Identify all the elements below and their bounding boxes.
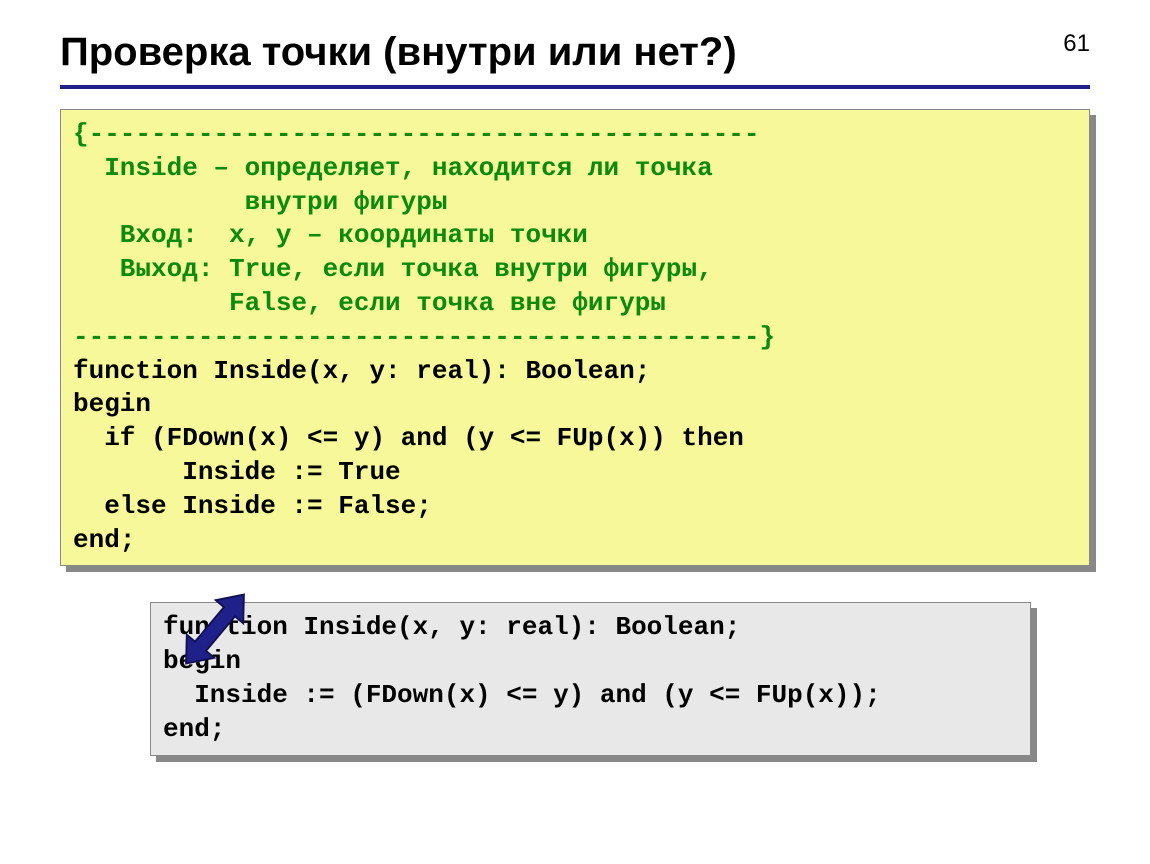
code-line: function Inside(x, y: real): Boolean; xyxy=(163,612,740,642)
code-line: Inside := (FDown(x) <= y) and (y <= FUp(… xyxy=(163,680,881,710)
slide: 61 Проверка точки (внутри или нет?) {---… xyxy=(0,0,1150,864)
comment-line: ----------------------------------------… xyxy=(73,322,775,352)
code-line: else Inside := False; xyxy=(73,491,432,521)
comment-line: Вход: x, y – координаты точки xyxy=(73,220,588,250)
comment-line: False, если точка вне фигуры xyxy=(73,288,666,318)
page-title: Проверка точки (внутри или нет?) xyxy=(60,30,1090,75)
code-line: Inside := True xyxy=(73,457,401,487)
comment-line: внутри фигуры xyxy=(73,187,447,217)
code-block-main: {---------------------------------------… xyxy=(60,109,1090,566)
code-line: end; xyxy=(73,525,135,555)
code-line: end; xyxy=(163,714,225,744)
comment-line: Выход: True, если точка внутри фигуры, xyxy=(73,254,713,284)
code-line: begin xyxy=(163,646,241,676)
comment-line: {---------------------------------------… xyxy=(73,119,760,149)
code-line: begin xyxy=(73,389,151,419)
code-block-alt: function Inside(x, y: real): Boolean; be… xyxy=(150,602,1031,755)
code-line: if (FDown(x) <= y) and (y <= FUp(x)) the… xyxy=(73,423,744,453)
comment-line: Inside – определяет, находится ли точка xyxy=(73,153,713,183)
code-line: function Inside(x, y: real): Boolean; xyxy=(73,356,650,386)
page-number: 61 xyxy=(1063,30,1090,58)
title-rule xyxy=(60,85,1090,89)
